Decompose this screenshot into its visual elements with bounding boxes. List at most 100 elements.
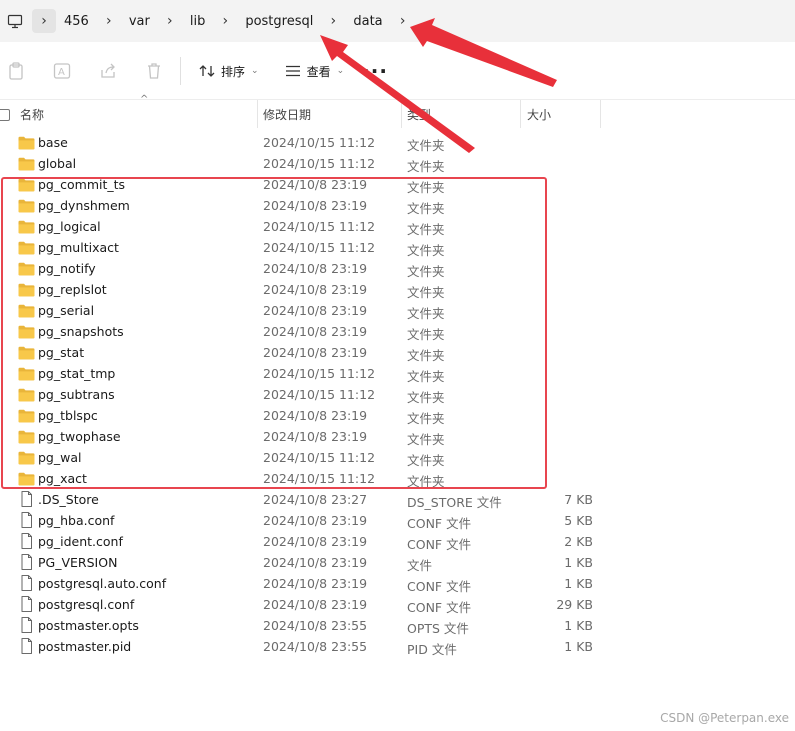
file-name: postmaster.opts	[38, 618, 139, 633]
file-name: postgresql.conf	[38, 597, 135, 612]
view-button[interactable]: 查看 ⌄	[277, 56, 353, 86]
file-type: CONF 文件	[407, 537, 472, 552]
column-modified-label: 修改日期	[263, 107, 312, 122]
sort-button[interactable]: 排序 ⌄	[191, 56, 267, 86]
share-icon[interactable]	[92, 55, 124, 87]
column-type-label: 类型	[407, 107, 432, 122]
file-type: 文件夹	[407, 138, 445, 153]
file-type: CONF 文件	[407, 579, 472, 594]
file-row[interactable]: pg_hba.conf 2024/10/8 23:19 CONF 文件 5 KB	[0, 511, 795, 532]
file-icon	[18, 491, 35, 507]
file-icon	[18, 617, 35, 633]
file-modified: 2024/10/8 23:19	[263, 534, 368, 549]
rename-icon[interactable]: A	[46, 55, 78, 87]
column-header: 名称 ^ 修改日期 类型 大小	[0, 94, 795, 128]
chevron-right-icon[interactable]: ›	[391, 9, 415, 33]
file-size: 1 KB	[564, 576, 593, 591]
breadcrumb-item[interactable]: data	[345, 14, 390, 29]
file-icon	[18, 596, 35, 612]
file-name: pg_hba.conf	[38, 513, 115, 528]
svg-text:A: A	[58, 67, 65, 78]
file-row[interactable]: postmaster.opts 2024/10/8 23:55 OPTS 文件 1 K…	[0, 616, 795, 637]
breadcrumb-item[interactable]: var	[121, 14, 158, 29]
file-size: 2 KB	[564, 534, 593, 549]
chevron-right-icon[interactable]: ›	[158, 9, 182, 33]
file-row[interactable]: PG_VERSION 2024/10/8 23:19 文件 1 KB	[0, 553, 795, 574]
sort-icon	[199, 65, 215, 77]
view-label: 查看	[306, 64, 331, 79]
file-name: pg_ident.conf	[38, 534, 123, 549]
file-name: .DS_Store	[38, 492, 99, 507]
file-type: CONF 文件	[407, 516, 472, 531]
delete-icon[interactable]	[138, 55, 170, 87]
file-modified: 2024/10/8 23:55	[263, 618, 368, 633]
column-name[interactable]: 名称 ^	[20, 94, 258, 128]
folder-row[interactable]: base 2024/10/15 11:12 文件夹	[0, 133, 795, 154]
file-icon	[18, 575, 35, 591]
paste-icon[interactable]	[0, 55, 32, 87]
file-row[interactable]: pg_ident.conf 2024/10/8 23:19 CONF 文件 2 KB	[0, 532, 795, 553]
column-name-label: 名称	[20, 107, 45, 122]
file-type: PID 文件	[407, 642, 457, 657]
column-type[interactable]: 类型	[407, 100, 521, 128]
file-name: base	[38, 135, 68, 150]
file-icon	[18, 512, 35, 528]
file-row[interactable]: postgresql.auto.conf 2024/10/8 23:19 CONF …	[0, 574, 795, 595]
file-type: 文件	[407, 558, 433, 573]
file-size: 29 KB	[556, 597, 593, 612]
column-size-label: 大小	[527, 107, 552, 122]
toolbar-divider	[180, 57, 181, 85]
command-bar: A 排序 ⌄ 查看 ⌄ ···	[0, 48, 795, 94]
file-size: 1 KB	[564, 618, 593, 633]
file-icon	[18, 554, 35, 570]
folder-row[interactable]: global 2024/10/15 11:12 文件夹	[0, 154, 795, 175]
file-modified: 2024/10/8 23:55	[263, 639, 368, 654]
file-row[interactable]: postgresql.conf 2024/10/8 23:19 CONF 文件 29 …	[0, 595, 795, 616]
chevron-right-icon[interactable]: ›	[213, 9, 237, 33]
file-modified: 2024/10/8 23:19	[263, 576, 368, 591]
column-size[interactable]: 大小	[527, 100, 601, 128]
breadcrumb-item[interactable]: lib	[182, 14, 213, 29]
file-name: PG_VERSION	[38, 555, 118, 570]
breadcrumb-item[interactable]: postgresql	[237, 14, 321, 29]
file-modified: 2024/10/8 23:27	[263, 492, 368, 507]
file-type: OPTS 文件	[407, 621, 469, 636]
column-modified[interactable]: 修改日期	[263, 100, 402, 128]
file-modified: 2024/10/15 11:12	[263, 156, 376, 171]
chevron-right-icon[interactable]: ›	[321, 9, 345, 33]
sort-label: 排序	[221, 64, 246, 79]
folder-icon	[18, 157, 35, 171]
watermark: CSDN @Peterpan.exe	[660, 711, 789, 725]
file-type: 文件夹	[407, 159, 445, 174]
more-options-button[interactable]: ···	[352, 59, 398, 83]
chevron-down-icon: ⌄	[251, 66, 259, 76]
file-modified: 2024/10/8 23:19	[263, 597, 368, 612]
file-modified: 2024/10/8 23:19	[263, 555, 368, 570]
file-type: DS_STORE 文件	[407, 495, 502, 510]
file-name: global	[38, 156, 77, 171]
file-row[interactable]: .DS_Store 2024/10/8 23:27 DS_STORE 文件 7 KB	[0, 490, 795, 511]
file-modified: 2024/10/8 23:19	[263, 513, 368, 528]
breadcrumb-item[interactable]: 456	[56, 14, 97, 29]
view-icon	[285, 65, 300, 77]
file-size: 7 KB	[564, 492, 593, 507]
select-all-checkbox[interactable]	[0, 109, 10, 121]
file-name: postgresql.auto.conf	[38, 576, 167, 591]
file-size: 1 KB	[564, 639, 593, 654]
chevron-right-icon[interactable]: ›	[97, 9, 121, 33]
file-size: 5 KB	[564, 513, 593, 528]
chevron-down-icon: ⌄	[336, 66, 345, 76]
file-size: 1 KB	[564, 555, 593, 570]
file-icon	[18, 533, 35, 549]
file-modified: 2024/10/15 11:12	[263, 135, 376, 150]
file-icon	[18, 638, 35, 654]
chevron-right-icon[interactable]: ›	[32, 9, 56, 33]
highlight-box	[1, 177, 547, 489]
address-bar: › 456 › var › lib › postgresql › data ›	[0, 0, 795, 42]
sort-ascending-icon: ^	[140, 94, 149, 105]
file-type: CONF 文件	[407, 600, 472, 615]
file-name: postmaster.pid	[38, 639, 132, 654]
computer-icon[interactable]	[2, 14, 28, 29]
folder-icon	[18, 136, 35, 150]
file-row[interactable]: postmaster.pid 2024/10/8 23:55 PID 文件 1 KB	[0, 637, 795, 658]
